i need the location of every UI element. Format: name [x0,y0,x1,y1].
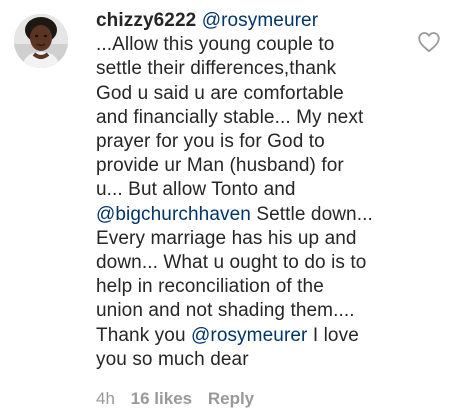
comment-text-line: ...Allow this young couple to [96,34,335,56]
comment-text-line: God u said u are comfortable [96,82,344,104]
comment-text-line: Every marriage has his up and [96,227,357,249]
heart-outline-icon[interactable] [417,31,441,53]
comment-text-line: settle their differences,thank [96,58,337,80]
comment-text-line: provide ur Man (husband) for [96,155,344,177]
avatar-image [14,14,68,68]
comment-time: 4h [96,389,115,408]
reply-button[interactable]: Reply [208,389,254,408]
comment-likes[interactable]: 16 likes [131,389,192,408]
comment-footer: 4h 16 likes Reply [96,389,265,409]
mention-link[interactable]: @rosymeurer [202,10,318,31]
comment-text-line: and financially stable... My next [96,106,364,128]
comment-text-line: you so much dear [96,348,249,370]
comment-text-line: prayer for you is for God to [96,131,325,153]
avatar[interactable] [14,14,68,68]
comment-text-line: Thank you [96,324,191,346]
comment-text: @rosymeurer ...Allow this young couple to… [96,10,373,370]
heart-icon-svg [418,32,440,53]
comment: chizzy6222 @rosymeurer ...Allow this youn… [0,0,466,416]
comment-text-line: union and not shading them.... [96,300,355,322]
comment-text-line: help in reconciliation of the [96,276,324,298]
comment-body: chizzy6222 @rosymeurer ...Allow this youn… [96,9,396,372]
comment-username[interactable]: chizzy6222 [96,10,196,31]
mention-link[interactable]: @rosymeurer [191,325,307,346]
comment-text-line: u... But allow Tonto and [96,179,296,201]
comment-text-line: down... What u ought to do is to [96,252,367,274]
comment-text-line: Settle down... [250,203,373,225]
mention-link[interactable]: @bigchurchhaven [96,204,251,225]
comment-text-line: I love [307,324,359,346]
